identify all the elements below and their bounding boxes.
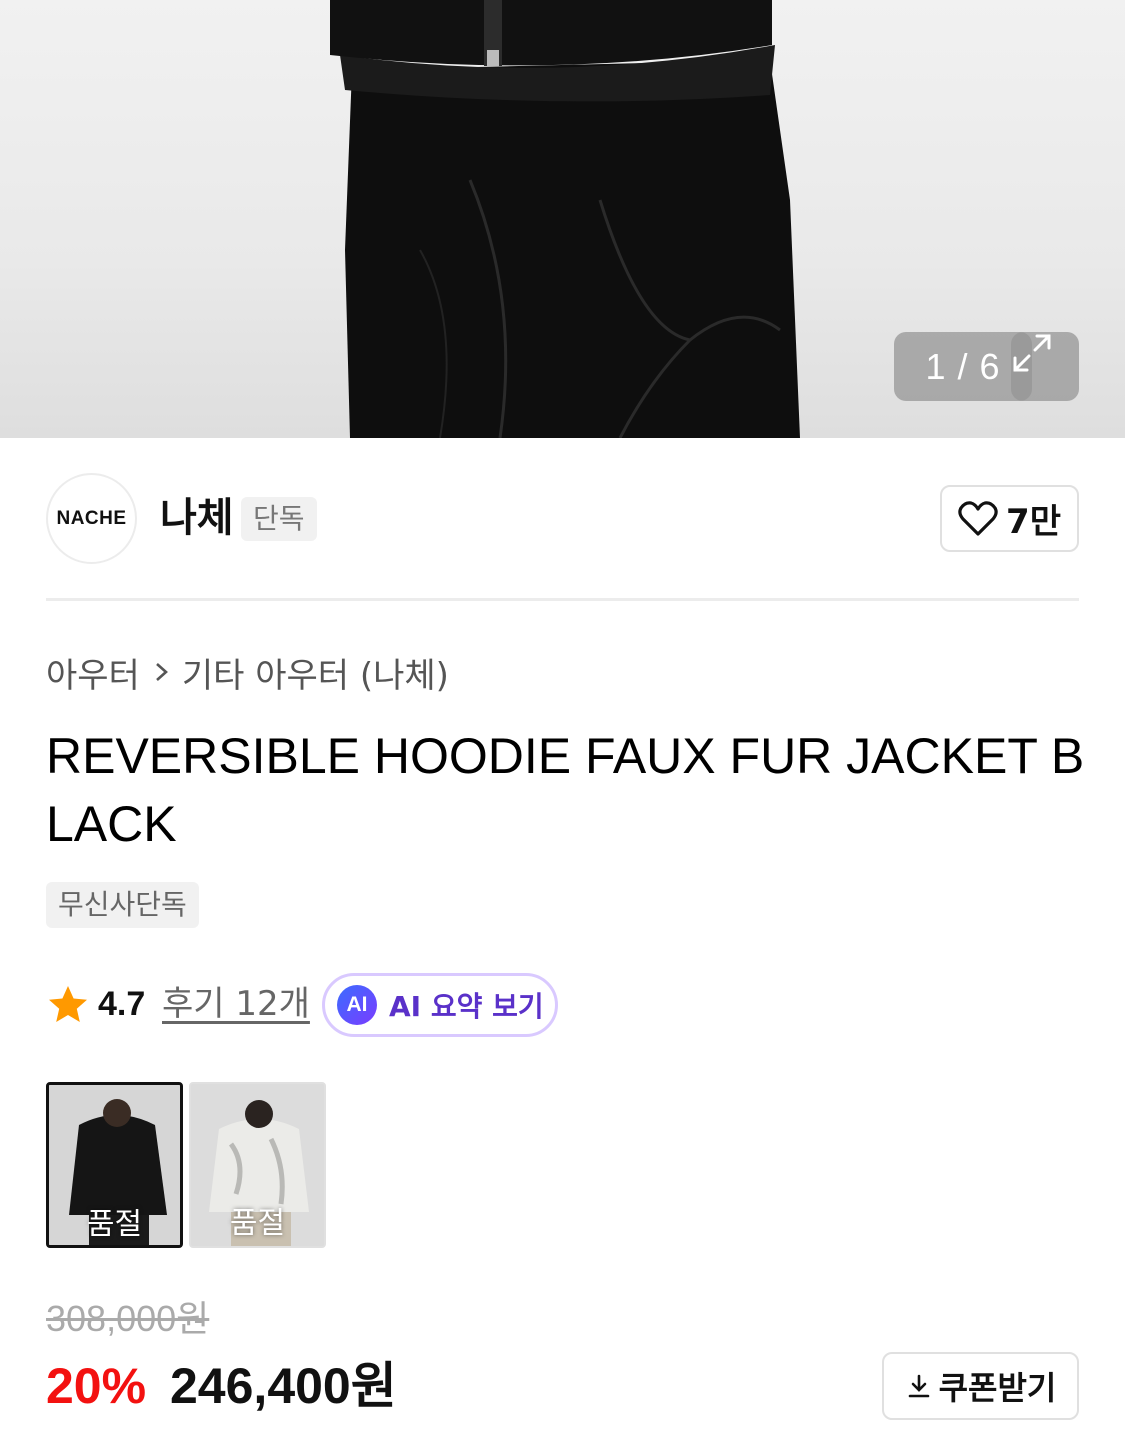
- variant-option-white[interactable]: 품절: [189, 1082, 326, 1248]
- ai-icon: AI: [337, 985, 377, 1025]
- product-title: REVERSIBLE HOODIE FAUX FUR JACKET BLACK: [46, 728, 1085, 852]
- breadcrumb-item[interactable]: 기타 아우터 (나체): [182, 648, 449, 697]
- divider: [46, 598, 1079, 601]
- star-icon: [49, 986, 87, 1022]
- coupon-label: 쿠폰받기: [938, 1369, 1057, 1407]
- variant-option-black[interactable]: 품절: [46, 1082, 183, 1248]
- rating-score: 4.7: [98, 985, 146, 1023]
- reviews-link[interactable]: 후기 12개: [162, 980, 310, 1028]
- like-count: 7만: [1006, 502, 1061, 542]
- sold-out-label: 품절: [229, 1206, 286, 1241]
- breadcrumb-item[interactable]: 아우터: [46, 648, 140, 697]
- brand-logo-text: NACHE: [56, 507, 127, 529]
- original-price: 308,000원: [46, 1298, 210, 1339]
- ai-summary-button[interactable]: AI AI 요약 보기: [322, 973, 558, 1037]
- brand-exclusive-badge: 단독: [241, 497, 317, 541]
- sale-price: 246,400원: [170, 1358, 397, 1414]
- breadcrumb: 아우터 기타 아우터 (나체): [46, 648, 449, 696]
- heart-icon: [958, 500, 998, 536]
- expand-icon: [1013, 334, 1051, 372]
- like-button[interactable]: 7만: [940, 485, 1079, 552]
- expand-button[interactable]: [1011, 332, 1079, 401]
- coupon-button[interactable]: 쿠폰받기: [882, 1352, 1079, 1420]
- exclusive-tag: 무신사단독: [46, 882, 199, 928]
- sold-out-label: 품절: [86, 1207, 143, 1242]
- discount-rate: 20%: [46, 1358, 147, 1414]
- brand-name[interactable]: 나체: [160, 492, 234, 544]
- ai-summary-label: AI 요약 보기: [389, 990, 544, 1023]
- product-image-gallery[interactable]: 1 / 6: [0, 0, 1125, 438]
- download-icon: [908, 1374, 929, 1398]
- chevron-right-icon: [154, 660, 170, 684]
- brand-logo[interactable]: NACHE: [46, 473, 137, 564]
